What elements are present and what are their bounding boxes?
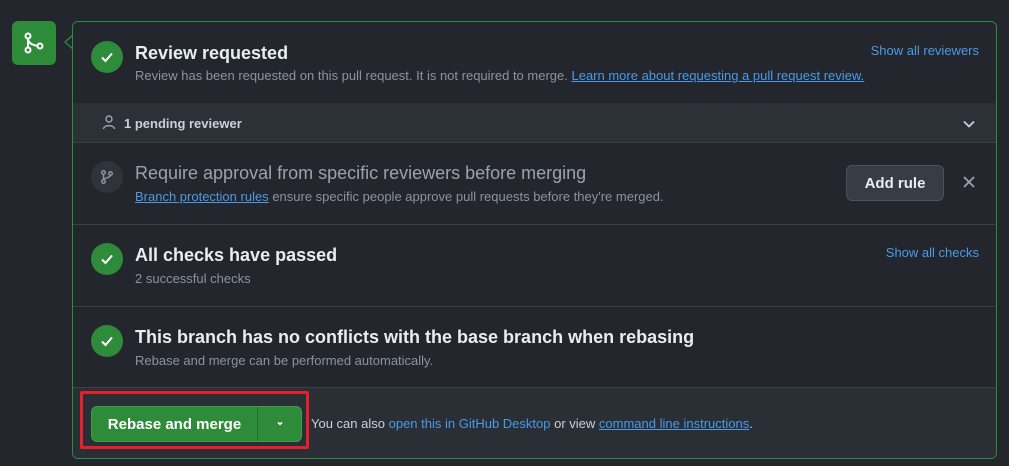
review-description: Review has been requested on this pull r…	[135, 68, 864, 83]
approval-rule-title: Require approval from specific reviewers…	[135, 163, 587, 183]
approval-rule-section: Require approval from specific reviewers…	[73, 143, 996, 225]
pending-reviewers-row[interactable]: 1 pending reviewer	[73, 103, 996, 143]
chevron-down-icon[interactable]	[962, 117, 976, 131]
conflicts-section: This branch has no conflicts with the ba…	[73, 307, 996, 388]
footer-prefix: You can also	[311, 416, 385, 431]
checks-title: All checks have passed	[135, 245, 338, 265]
show-all-reviewers-link[interactable]: Show all reviewers	[871, 43, 979, 58]
merge-footer: Rebase and merge You can also open this …	[73, 388, 996, 458]
show-all-checks-link[interactable]: Show all checks	[886, 245, 979, 260]
review-title: Review requested	[135, 43, 289, 63]
branch-protection-rules-link[interactable]: Branch protection rules	[135, 189, 269, 204]
check-circle-icon	[91, 41, 123, 73]
git-branch-icon	[91, 161, 123, 193]
command-line-instructions-link[interactable]: command line instructions	[599, 416, 749, 431]
check-circle-icon	[91, 325, 123, 357]
close-icon[interactable]	[960, 173, 978, 191]
learn-more-link[interactable]: Learn more about requesting a pull reque…	[571, 68, 864, 83]
pending-reviewer-label: 1 pending reviewer	[124, 116, 242, 131]
rebase-and-merge-button[interactable]: Rebase and merge	[92, 407, 258, 441]
merge-method-dropdown[interactable]	[258, 407, 301, 441]
checks-section: All checks have passed 2 successful chec…	[73, 225, 996, 307]
approval-rule-description-text: ensure specific people approve pull requ…	[272, 189, 664, 204]
conflicts-subtitle: Rebase and merge can be performed automa…	[135, 353, 434, 368]
approval-rule-description: Branch protection rules ensure specific …	[135, 189, 664, 204]
merge-footer-text: You can also open this in GitHub Desktop…	[311, 416, 753, 431]
footer-suffix: .	[749, 416, 753, 431]
checks-subtitle: 2 successful checks	[135, 271, 251, 286]
check-circle-icon	[91, 243, 123, 275]
review-description-text: Review has been requested on this pull r…	[135, 68, 568, 83]
git-merge-icon	[12, 21, 56, 65]
merge-button-group: Rebase and merge	[91, 406, 302, 442]
merge-box-panel: Review requested Review has been request…	[72, 21, 997, 459]
caret-down-icon	[276, 422, 283, 426]
review-section: Review requested Review has been request…	[73, 22, 996, 104]
person-icon	[102, 115, 116, 130]
github-desktop-link[interactable]: open this in GitHub Desktop	[389, 416, 551, 431]
add-rule-button[interactable]: Add rule	[846, 165, 944, 201]
conflicts-title: This branch has no conflicts with the ba…	[135, 327, 695, 347]
footer-middle: or view	[554, 416, 596, 431]
